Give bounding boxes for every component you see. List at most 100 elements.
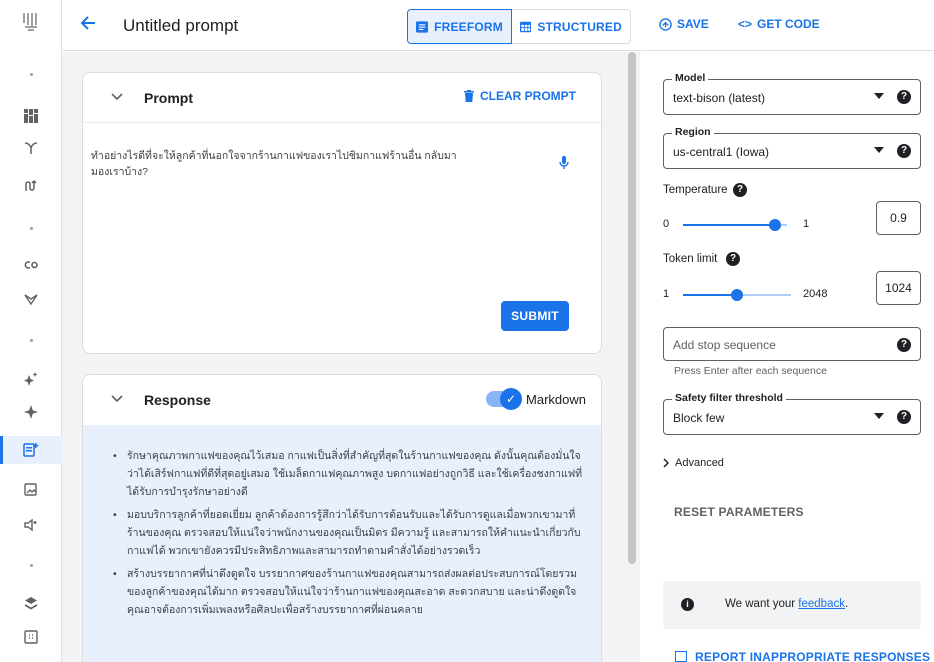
- submit-button[interactable]: SUBMIT: [501, 301, 569, 331]
- temperature-slider-thumb[interactable]: [769, 219, 781, 231]
- stop-sequence-hint: Press Enter after each sequence: [674, 365, 827, 377]
- save-icon: [659, 17, 672, 31]
- routing-icon[interactable]: [0, 172, 62, 200]
- prompt-title: Prompt: [144, 90, 193, 106]
- safety-value: Block few: [673, 411, 725, 425]
- table-icon: [520, 21, 532, 32]
- nav-divider-dot: [0, 214, 62, 242]
- token-track-rest: [737, 294, 791, 296]
- feedback-text: We want your feedback.: [725, 598, 848, 610]
- structured-label: STRUCTURED: [537, 19, 622, 34]
- response-card-header: Response ✓ Markdown: [83, 375, 601, 425]
- nav-divider-dot: [0, 60, 62, 88]
- response-title: Response: [144, 392, 211, 408]
- report-label: REPORT INAPPROPRIATE RESPONSES: [695, 650, 931, 662]
- advanced-label: Advanced: [675, 457, 724, 469]
- image-icon[interactable]: [0, 475, 62, 503]
- help-icon[interactable]: ?: [726, 252, 740, 266]
- temperature-label: Temperature: [663, 184, 728, 196]
- parameters-panel: SAVE <> GET CODE Model text-bison (lates…: [641, 0, 934, 662]
- markdown-toggle[interactable]: ✓: [486, 388, 522, 410]
- prompt-textarea[interactable]: ทำอย่างไรดีที่จะให้ลูกค้าที่นอกใจจากร้าน…: [91, 148, 471, 180]
- token-track: [683, 294, 737, 296]
- response-card: Response ✓ Markdown รักษาคุณภาพกาแฟของคุ…: [82, 374, 602, 662]
- prompt-card-header: Prompt CLEAR PROMPT: [83, 73, 601, 123]
- save-button[interactable]: SAVE: [659, 17, 709, 31]
- dashboard-icon[interactable]: [0, 102, 62, 130]
- branch-icon[interactable]: [0, 134, 62, 162]
- grid-icon[interactable]: [0, 623, 62, 651]
- speech-icon[interactable]: [0, 511, 62, 539]
- prompt-card: Prompt CLEAR PROMPT ทำอย่างไรดีที่จะให้ล…: [82, 72, 602, 354]
- temperature-max: 1: [803, 218, 810, 230]
- list-item: รักษาคุณภาพกาแฟของคุณไว้เสมอ กาแฟเป็นสิ่…: [113, 447, 583, 501]
- flag-icon: [675, 651, 687, 662]
- help-icon[interactable]: ?: [897, 410, 911, 424]
- logo-icon[interactable]: [0, 8, 62, 36]
- model-value: text-bison (latest): [673, 91, 766, 105]
- info-icon: i: [681, 598, 694, 611]
- code-icon: <>: [738, 17, 753, 31]
- dropdown-caret-icon: [874, 147, 884, 153]
- feedback-banner: i We want your feedback.: [663, 581, 921, 629]
- prompt-header: Untitled prompt FREEFORM STRUCTURED: [62, 0, 640, 51]
- safety-filter-select[interactable]: Safety filter threshold Block few ?: [663, 392, 921, 435]
- token-limit-label: Token limit: [663, 253, 718, 265]
- help-icon[interactable]: ?: [897, 90, 911, 104]
- stop-sequence-placeholder: Add stop sequence: [673, 338, 776, 352]
- region-select[interactable]: Region us-central1 (Iowa) ?: [663, 126, 921, 169]
- trash-icon: [464, 90, 474, 102]
- back-arrow-icon[interactable]: [76, 13, 100, 37]
- help-icon[interactable]: ?: [897, 144, 911, 158]
- model-label: Model: [672, 72, 709, 84]
- response-body: รักษาคุณภาพกาแฟของคุณไว้เสมอ กาแฟเป็นสิ่…: [83, 425, 601, 662]
- feedback-link[interactable]: feedback: [798, 598, 845, 610]
- safety-label: Safety filter threshold: [672, 392, 786, 404]
- advanced-expander[interactable]: Advanced: [663, 457, 724, 469]
- check-icon: ✓: [500, 388, 522, 410]
- model-garden-icon[interactable]: [0, 285, 62, 313]
- token-limit-input[interactable]: 1024: [876, 271, 921, 305]
- structured-mode-button[interactable]: STRUCTURED: [512, 9, 631, 44]
- sparkle-icon[interactable]: [0, 365, 62, 393]
- main-scrollbar[interactable]: [628, 52, 636, 564]
- layers-icon[interactable]: [0, 589, 62, 617]
- token-min: 1: [663, 288, 670, 300]
- chevron-down-icon[interactable]: [111, 390, 123, 406]
- feedback-prefix: We want your: [725, 598, 799, 610]
- markdown-label: Markdown: [526, 392, 586, 407]
- help-icon[interactable]: ?: [733, 183, 747, 197]
- get-code-button[interactable]: <> GET CODE: [738, 17, 820, 31]
- dropdown-caret-icon: [874, 93, 884, 99]
- page-title[interactable]: Untitled prompt: [123, 16, 238, 36]
- get-code-label: GET CODE: [757, 17, 820, 31]
- reset-parameters-button[interactable]: RESET PARAMETERS: [674, 505, 804, 519]
- list-item: สร้างบรรยากาศที่น่าดึงดูดใจ บรรยากาศของร…: [113, 565, 583, 619]
- feedback-suffix: .: [844, 598, 849, 610]
- report-responses-button[interactable]: REPORT INAPPROPRIATE RESPONSES: [675, 650, 930, 662]
- list-item: มอบบริการลูกค้าที่ยอดเยี่ยม ลูกค้าต้องกา…: [113, 506, 583, 560]
- freeform-label: FREEFORM: [434, 19, 503, 34]
- temperature-input[interactable]: 0.9: [876, 201, 921, 235]
- region-value: us-central1 (Iowa): [673, 145, 770, 159]
- nav-divider-dot: [0, 326, 62, 354]
- dropdown-caret-icon: [874, 413, 884, 419]
- model-select[interactable]: Model text-bison (latest) ?: [663, 72, 921, 115]
- freeform-mode-button[interactable]: FREEFORM: [407, 9, 512, 44]
- token-slider-thumb[interactable]: [731, 289, 743, 301]
- nav-divider-dot: [0, 551, 62, 579]
- microphone-icon[interactable]: [559, 156, 569, 173]
- clear-prompt-label: CLEAR PROMPT: [480, 89, 576, 103]
- help-icon[interactable]: ?: [897, 338, 911, 352]
- co-icon[interactable]: [0, 251, 62, 279]
- temperature-min: 0: [663, 218, 670, 230]
- star-icon[interactable]: [0, 398, 62, 426]
- region-label: Region: [672, 126, 714, 138]
- stop-sequence-input[interactable]: Add stop sequence ?: [663, 327, 921, 361]
- prompt-design-icon[interactable]: [0, 436, 62, 464]
- clear-prompt-button[interactable]: CLEAR PROMPT: [464, 89, 576, 103]
- left-nav-rail: [0, 0, 62, 662]
- response-list: รักษาคุณภาพกาแฟของคุณไว้เสมอ กาแฟเป็นสิ่…: [113, 447, 583, 624]
- parameters-toolbar: SAVE <> GET CODE: [641, 0, 934, 51]
- chevron-down-icon[interactable]: [111, 88, 123, 104]
